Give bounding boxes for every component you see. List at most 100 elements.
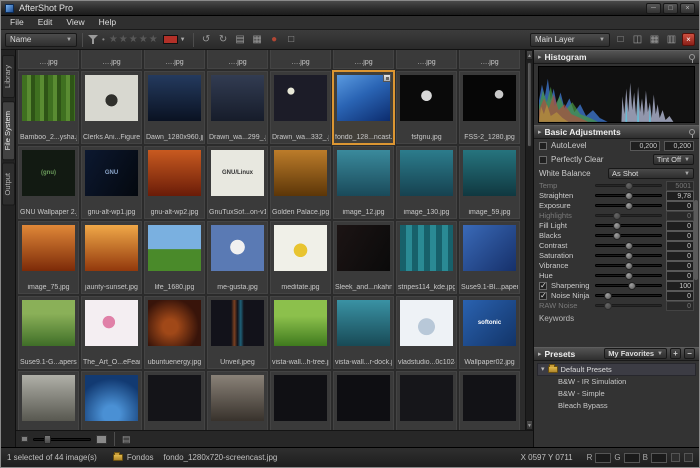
thumbnail-cell[interactable]: fsfgnu.jpg: [396, 71, 457, 144]
thumbnail-cell[interactable]: [81, 371, 142, 430]
layout-toggle-icon[interactable]: ▤: [122, 431, 131, 447]
slider-track[interactable]: [595, 244, 662, 247]
camera-icon[interactable]: ▦: [250, 33, 265, 47]
scroll-up-icon[interactable]: ▲: [526, 50, 533, 60]
keywords-section[interactable]: Keywords: [534, 311, 699, 347]
preset-item[interactable]: B&W - Simple: [534, 388, 699, 400]
thumbnail-cell[interactable]: vista-wall...h-tree.jpg: [270, 296, 331, 369]
thumbnail-cell[interactable]: jaunty-sunset.jpg: [81, 221, 142, 294]
star-icon[interactable]: ★: [109, 33, 118, 47]
thumbnail-cell[interactable]: stripes114_kde.jpg: [396, 221, 457, 294]
thumbnail-cell[interactable]: softonicWallpaper02.jpg: [459, 296, 520, 369]
thumbnail-cell[interactable]: The_Art_O...eFear.jpg: [81, 296, 142, 369]
thumbnail-cell[interactable]: Dawn_1280x960.jpg: [144, 71, 205, 144]
status-option-icon[interactable]: [684, 453, 693, 462]
slider-value[interactable]: 0: [666, 301, 694, 311]
thumbnail-cell[interactable]: vladstudio...0c1024.jpg: [396, 296, 457, 369]
thumbnail-cell[interactable]: image_130.jpg: [396, 146, 457, 219]
slider-value[interactable]: 0: [666, 261, 694, 271]
slider-handle[interactable]: [613, 222, 621, 230]
slider-track[interactable]: [595, 254, 662, 257]
thumbnail-cell[interactable]: gnu-alt-wp2.jpg: [144, 146, 205, 219]
slider-track[interactable]: [595, 264, 662, 267]
thumbnail-cell[interactable]: Unveil.jpeg: [207, 296, 268, 369]
grid-view-icon[interactable]: ▦: [647, 33, 662, 47]
preset-item[interactable]: B&W - IR Simulation: [534, 376, 699, 388]
slideshow-icon[interactable]: ▤: [233, 33, 248, 47]
white-balance-dropdown[interactable]: As Shot ▼: [608, 168, 694, 179]
menu-item-help[interactable]: Help: [92, 16, 123, 29]
menu-item-edit[interactable]: Edit: [31, 16, 60, 29]
remove-preset-button[interactable]: −: [684, 348, 695, 359]
slider-value[interactable]: 0: [666, 271, 694, 281]
sidebar-tab-library[interactable]: Library: [2, 55, 15, 98]
thumbnail-cell[interactable]: ubuntuenergy.jpg: [144, 296, 205, 369]
thumbnail-cell[interactable]: ….jpg: [270, 50, 331, 69]
slider-track[interactable]: [595, 194, 662, 197]
slider-handle[interactable]: [604, 302, 612, 310]
thumbnail-cell[interactable]: me-gusta.jpg: [207, 221, 268, 294]
thumbnail-cell[interactable]: Suse9.1-G...apers.jpg: [18, 296, 79, 369]
favorites-dropdown[interactable]: My Favorites ▼: [604, 348, 667, 359]
thumbnail-cell[interactable]: ….jpg: [144, 50, 205, 69]
presets-header[interactable]: ▸ Presets My Favorites ▼ + −: [534, 347, 699, 361]
thumbnail-cell[interactable]: [333, 371, 394, 430]
slider-handle[interactable]: [604, 292, 612, 300]
close-layer-button[interactable]: ×: [682, 33, 695, 46]
slider-track[interactable]: [595, 304, 662, 307]
thumbnail-cell[interactable]: Bamboo_2...ysha.jpg: [18, 71, 79, 144]
tint-dropdown[interactable]: Tint Off ▼: [653, 154, 694, 165]
slider-track[interactable]: [595, 294, 662, 297]
slider-value[interactable]: 5001: [666, 181, 694, 191]
star-icon[interactable]: ★: [129, 33, 138, 47]
slider-handle[interactable]: [625, 192, 633, 200]
autolevel-low-value[interactable]: 0,200: [630, 141, 660, 151]
slider-track[interactable]: [595, 224, 662, 227]
autolevel-checkbox[interactable]: [539, 142, 547, 150]
slider-track[interactable]: [595, 214, 662, 217]
sort-dropdown[interactable]: Name ▼: [5, 33, 77, 47]
thumbnail-cell[interactable]: [207, 371, 268, 430]
filter-funnel-icon[interactable]: [88, 34, 98, 45]
thumbnail-cell[interactable]: vista-wall...r-dock.jpg: [333, 296, 394, 369]
menu-item-view[interactable]: View: [59, 16, 91, 29]
preset-folder[interactable]: ▾Default Presets: [537, 363, 696, 376]
slider-handle[interactable]: [625, 182, 633, 190]
slider-value[interactable]: 0: [666, 241, 694, 251]
thumbnail-cell[interactable]: image_12.jpg: [333, 146, 394, 219]
thumbnail-cell[interactable]: FSS-2_1280.jpg: [459, 71, 520, 144]
slider-handle[interactable]: [625, 262, 633, 270]
thumbnail-cell[interactable]: Golden Palace.jpg: [270, 146, 331, 219]
slider-handle[interactable]: [625, 252, 633, 260]
slider-value[interactable]: 0: [666, 201, 694, 211]
slider-handle[interactable]: [625, 242, 633, 250]
layer-dropdown[interactable]: Main Layer ▼: [530, 33, 610, 47]
slider-value[interactable]: 0: [666, 291, 694, 301]
panel-scrollbar-thumb[interactable]: [694, 200, 698, 280]
noise-ninja-checkbox[interactable]: [539, 292, 547, 300]
thumbnail-cell[interactable]: [18, 371, 79, 430]
split-view-icon[interactable]: ◫: [630, 33, 645, 47]
thumbnail-cell[interactable]: ….jpg: [81, 50, 142, 69]
rotate-left-icon[interactable]: ↺: [199, 33, 214, 47]
slider-handle[interactable]: [625, 202, 633, 210]
add-preset-button[interactable]: +: [670, 348, 681, 359]
thumbnail-cell[interactable]: [396, 371, 457, 430]
histogram-header[interactable]: ▸ Histogram: [534, 50, 699, 64]
thumbnail-cell[interactable]: ….jpg: [459, 50, 520, 69]
thumbnail-cell[interactable]: ….jpg: [333, 50, 394, 69]
status-option-icon[interactable]: [671, 453, 680, 462]
slider-value[interactable]: 0: [666, 231, 694, 241]
maximize-button[interactable]: □: [663, 3, 678, 14]
rotate-right-icon[interactable]: ↻: [216, 33, 231, 47]
thumbnail-size-handle[interactable]: [44, 435, 51, 444]
thumbnail-cell[interactable]: life_1680.jpg: [144, 221, 205, 294]
star-icon[interactable]: ★: [119, 33, 128, 47]
slider-track[interactable]: [595, 184, 662, 187]
minimize-button[interactable]: ─: [646, 3, 661, 14]
thumbnail-cell[interactable]: (gnu)GNU Wallpaper 2.jpg: [18, 146, 79, 219]
perfectly-clear-checkbox[interactable]: [539, 156, 547, 164]
pin-icon[interactable]: [689, 54, 695, 60]
thumbnail-cell[interactable]: image_59.jpg: [459, 146, 520, 219]
scroll-down-icon[interactable]: ▼: [526, 420, 533, 430]
